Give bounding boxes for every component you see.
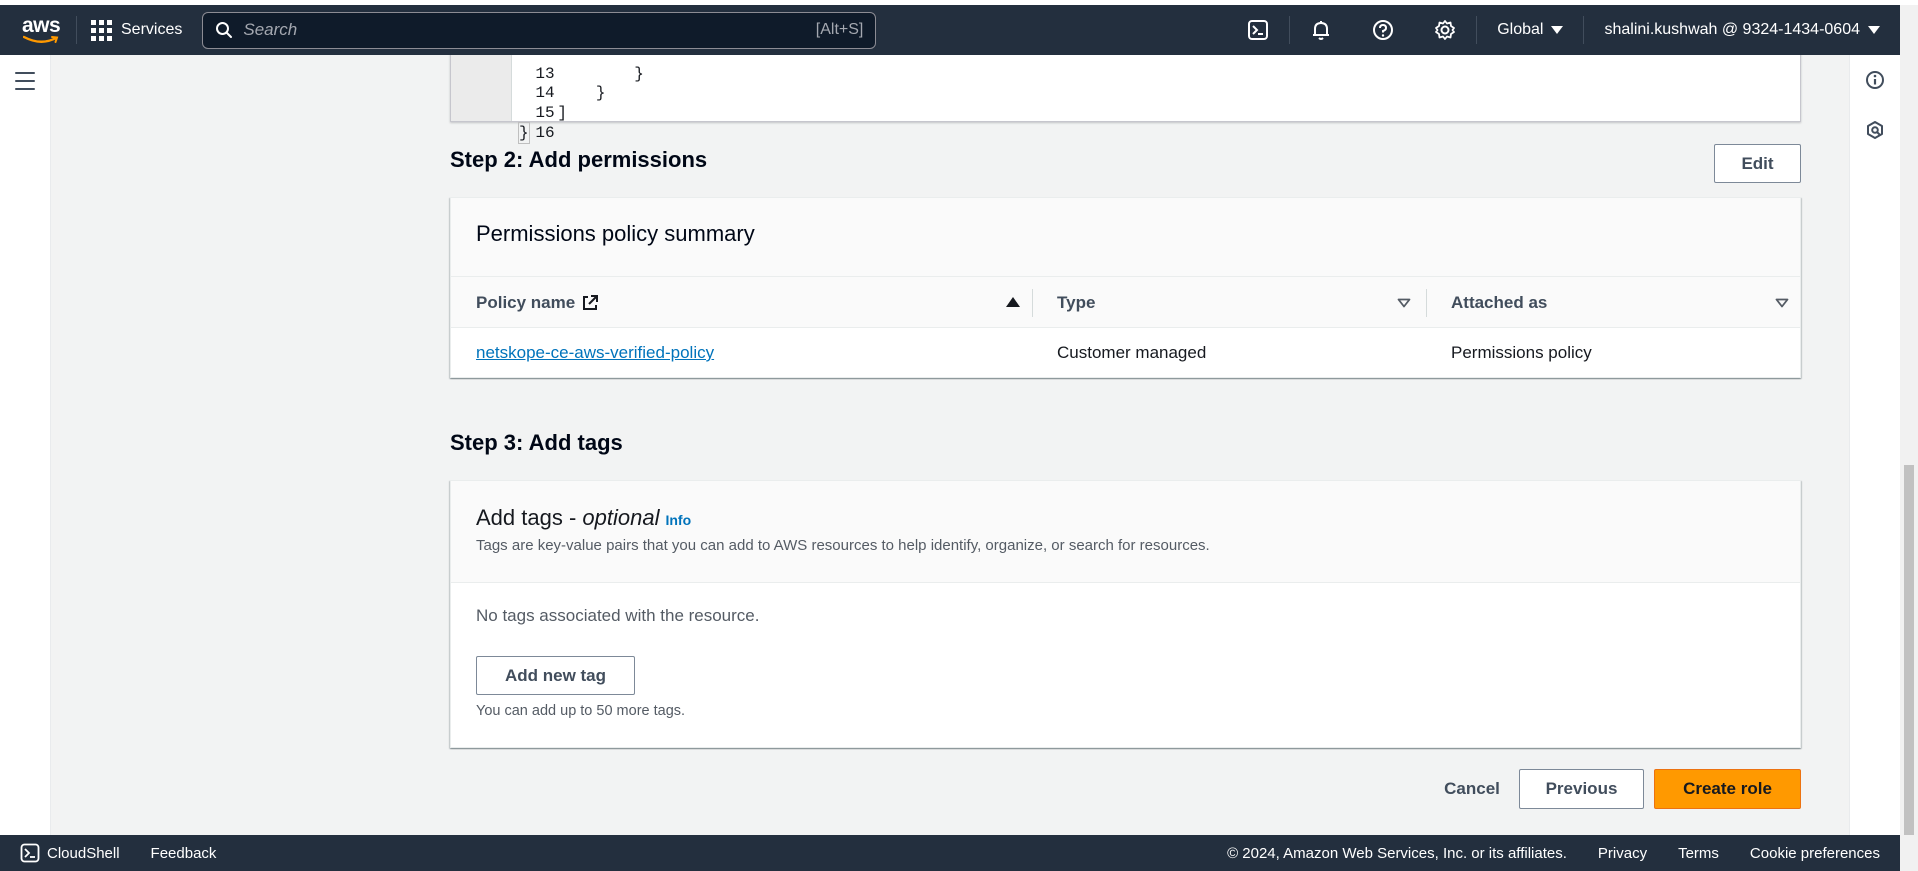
code-text: }: [518, 122, 530, 144]
region-selector[interactable]: Global: [1477, 21, 1583, 39]
container-header: Permissions policy summary: [451, 198, 1800, 276]
column-header-attached-as[interactable]: Attached as: [1451, 277, 1791, 329]
hexagon-icon: [1867, 121, 1883, 139]
search-input[interactable]: [243, 20, 816, 40]
edit-permissions-button[interactable]: Edit: [1714, 144, 1801, 183]
column-divider: [1032, 289, 1033, 317]
tools-rail: [1849, 55, 1900, 835]
search-shortcut-hint: [Alt+S]: [815, 21, 864, 38]
step-3-title: Step 3: Add tags: [450, 430, 623, 455]
feedback-link[interactable]: Feedback: [151, 845, 217, 862]
attached-as-cell: Permissions policy: [1451, 343, 1592, 362]
cloudshell-icon: [20, 843, 40, 863]
bell-icon: [1313, 21, 1330, 40]
column-header-policy-name[interactable]: Policy name: [476, 277, 1020, 329]
column-label: Policy name: [476, 293, 576, 312]
policy-type-cell: Customer managed: [1057, 343, 1207, 362]
info-panel-button[interactable]: [1865, 70, 1885, 95]
gear-icon: [1435, 20, 1456, 40]
tags-heading: Add tags - optional Info: [476, 505, 691, 531]
code-line: 15 ]: [451, 83, 567, 122]
grid-icon: [91, 19, 112, 41]
table-row: netskope-ce-aws-verified-policy Customer…: [451, 328, 1800, 378]
nav-divider: [76, 16, 77, 44]
terms-link[interactable]: Terms: [1678, 845, 1719, 862]
top-navigation: aws Services [Alt+S]: [0, 5, 1900, 55]
cookie-preferences-link[interactable]: Cookie preferences: [1750, 845, 1880, 862]
tags-heading-text: Add tags -: [476, 505, 583, 530]
add-new-tag-button[interactable]: Add new tag: [476, 656, 635, 695]
caret-down-icon: [1868, 26, 1880, 34]
region-label: Global: [1497, 21, 1544, 38]
column-label: Attached as: [1451, 293, 1548, 312]
trust-policy-code-editor[interactable]: 13 } 14 } 15 ] 16}: [450, 55, 1801, 144]
container-header: [451, 481, 1800, 583]
code-line: 14 }: [451, 63, 605, 102]
column-label: Type: [1057, 293, 1096, 312]
empty-tags-message: No tags associated with the resource.: [476, 606, 760, 625]
sort-icon[interactable]: [1397, 298, 1411, 308]
tags-container: Add tags - optional Info Tags are key-val…: [450, 480, 1801, 748]
privacy-link[interactable]: Privacy: [1598, 845, 1647, 862]
info-link[interactable]: Info: [665, 512, 691, 528]
cloudshell-icon: [1248, 20, 1269, 40]
copyright-text: © 2024, Amazon Web Services, Inc. or its…: [1227, 844, 1567, 862]
services-label: Services: [121, 21, 183, 38]
aws-smile-icon: [23, 35, 59, 43]
permissions-table: Policy name Type Attached as netskope-ce…: [451, 276, 1800, 378]
menu-toggle-icon[interactable]: [15, 72, 35, 96]
cancel-button[interactable]: Cancel: [1417, 769, 1527, 809]
permissions-summary-title: Permissions policy summary: [476, 221, 755, 246]
sort-ascending-icon[interactable]: [1006, 297, 1020, 307]
sort-icon[interactable]: [1775, 298, 1789, 308]
optional-label: optional: [582, 505, 660, 530]
help-icon: [1373, 20, 1394, 40]
step-2-title: Step 2: Add permissions: [450, 147, 708, 172]
services-menu-button[interactable]: Services: [91, 19, 183, 41]
caret-down-icon: [1551, 26, 1564, 34]
table-header-row: Policy name Type Attached as: [451, 276, 1800, 328]
column-header-type[interactable]: Type: [1057, 277, 1417, 329]
permissions-summary-container: Permissions policy summary Policy name T…: [450, 197, 1801, 378]
create-role-button[interactable]: Create role: [1654, 769, 1801, 809]
account-label: shalini.kushwah @ 9324-1434-0604: [1604, 21, 1860, 38]
search-icon: [216, 22, 233, 38]
aws-logo[interactable]: aws: [22, 15, 62, 45]
search-bar[interactable]: [Alt+S]: [202, 11, 877, 49]
help-button[interactable]: [1352, 5, 1414, 55]
previous-button[interactable]: Previous: [1519, 769, 1644, 809]
info-icon: [1866, 71, 1884, 89]
page-scrollbar-thumb[interactable]: [1904, 465, 1914, 835]
cloudshell-footer-button[interactable]: CloudShell: [20, 843, 120, 863]
console-footer: CloudShell Feedback © 2024, Amazon Web S…: [0, 835, 1900, 871]
column-divider: [1426, 289, 1427, 317]
main-content: 13 } 14 } 15 ] 16} Step 2: Add permissio…: [51, 55, 1849, 835]
cloudshell-button[interactable]: [1227, 5, 1289, 55]
tutorials-panel-button[interactable]: [1865, 120, 1885, 145]
aws-logo-text: aws: [22, 14, 61, 37]
side-navigation-rail: [0, 55, 51, 835]
settings-button[interactable]: [1414, 5, 1476, 55]
cloudshell-label: CloudShell: [47, 844, 120, 862]
code-line: 16}: [451, 103, 555, 144]
external-link-icon: [583, 295, 599, 310]
tags-description: Tags are key-value pairs that you can ad…: [476, 537, 1210, 554]
notifications-button[interactable]: [1290, 5, 1352, 55]
policy-name-cell: netskope-ce-aws-verified-policy: [476, 328, 714, 378]
policy-link[interactable]: netskope-ce-aws-verified-policy: [476, 343, 714, 363]
tags-limit-hint: You can add up to 50 more tags.: [476, 703, 686, 719]
line-number: 16: [535, 124, 555, 142]
account-menu[interactable]: shalini.kushwah @ 9324-1434-0604: [1584, 21, 1900, 39]
